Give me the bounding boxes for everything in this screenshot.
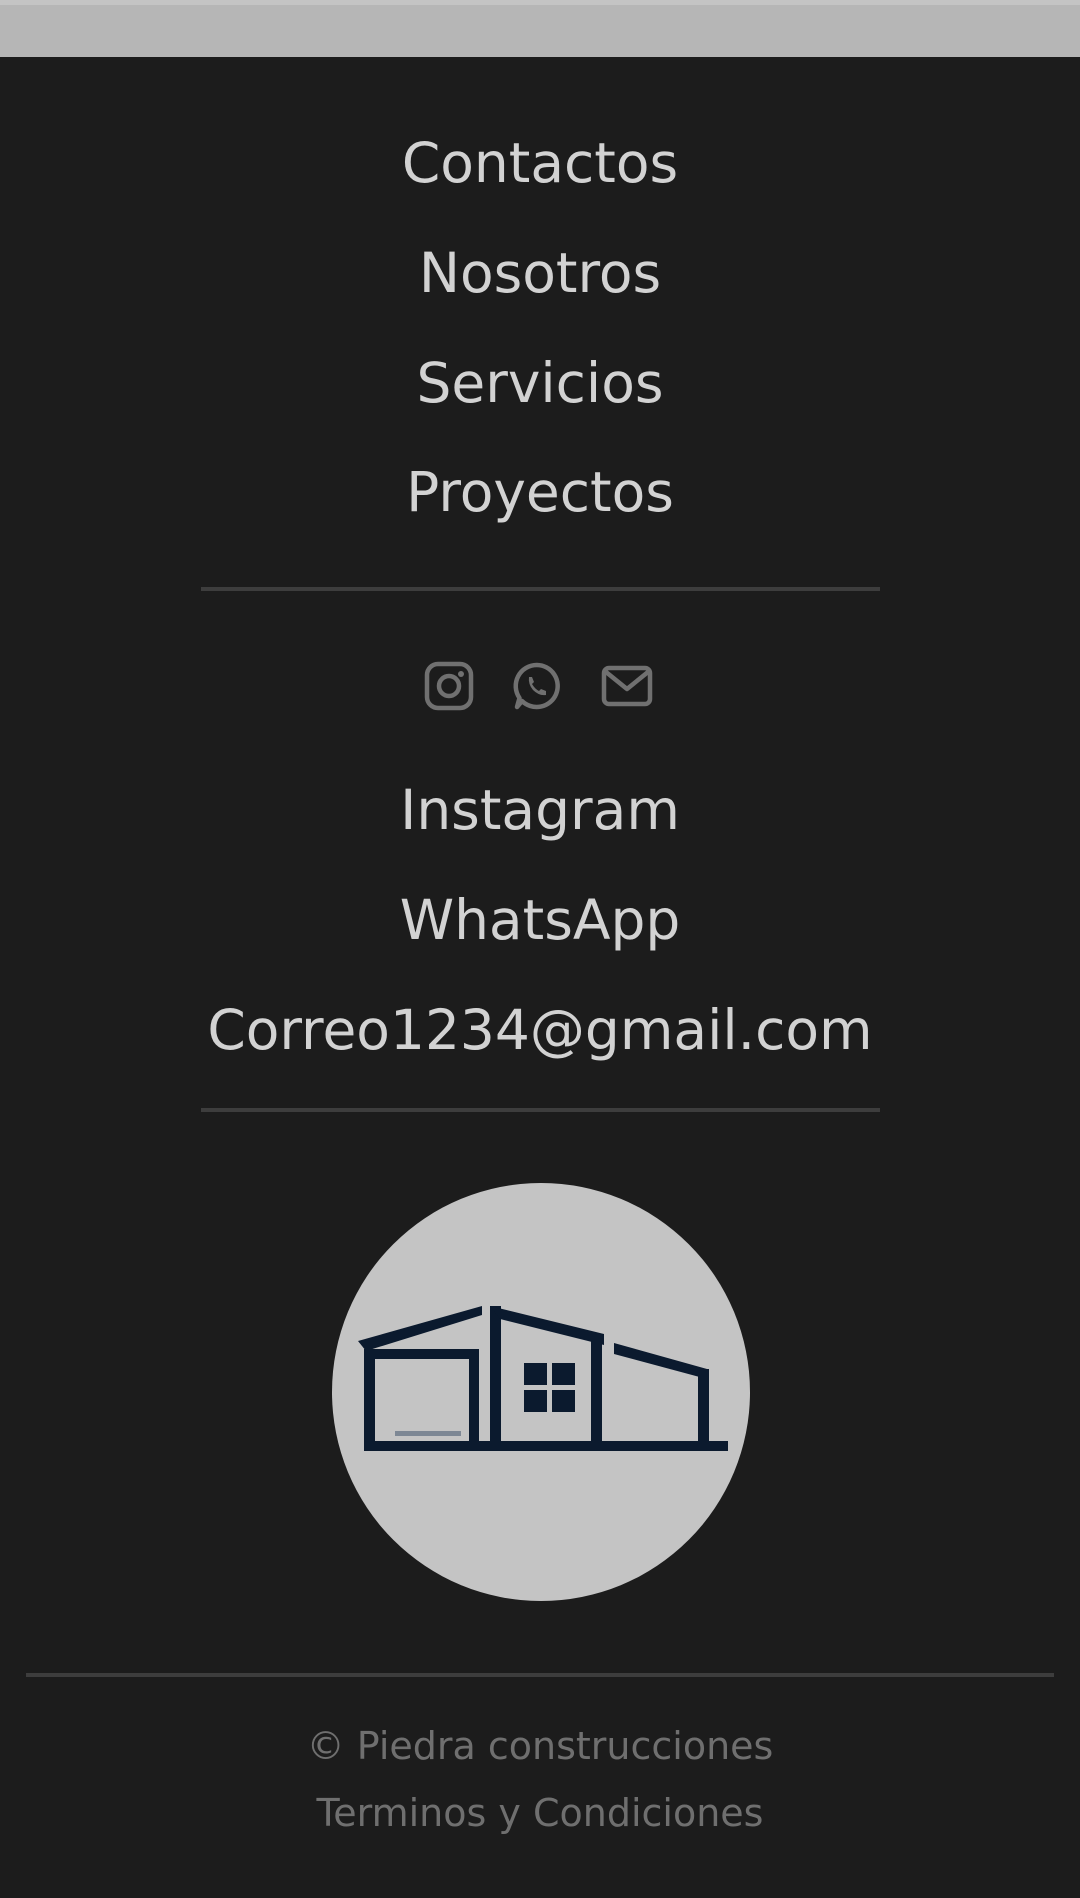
nav-link-nosotros[interactable]: Nosotros	[0, 237, 1080, 309]
house-logo-icon	[358, 1306, 728, 1451]
company-logo	[332, 1183, 750, 1601]
divider-footer	[26, 1673, 1054, 1677]
nav-link-servicios[interactable]: Servicios	[0, 347, 1080, 419]
divider-bottom	[201, 1108, 880, 1112]
envelope-icon[interactable]	[600, 660, 653, 712]
divider-top	[201, 587, 880, 591]
instagram-icon[interactable]	[423, 660, 475, 712]
top-bar	[0, 0, 1080, 57]
whatsapp-link[interactable]: WhatsApp	[0, 884, 1080, 956]
nav-link-contactos[interactable]: Contactos	[0, 127, 1080, 199]
copyright-text: © Piedra construcciones	[306, 1724, 774, 1768]
nav-link-proyectos[interactable]: Proyectos	[0, 456, 1080, 528]
email-link[interactable]: Correo1234@gmail.com	[0, 994, 1080, 1066]
instagram-link[interactable]: Instagram	[0, 774, 1080, 846]
whatsapp-icon[interactable]	[511, 660, 563, 712]
terms-link[interactable]: Terminos y Condiciones	[0, 1788, 1080, 1838]
site-footer: Contactos Nosotros Servicios Proyectos I…	[0, 57, 1080, 1898]
